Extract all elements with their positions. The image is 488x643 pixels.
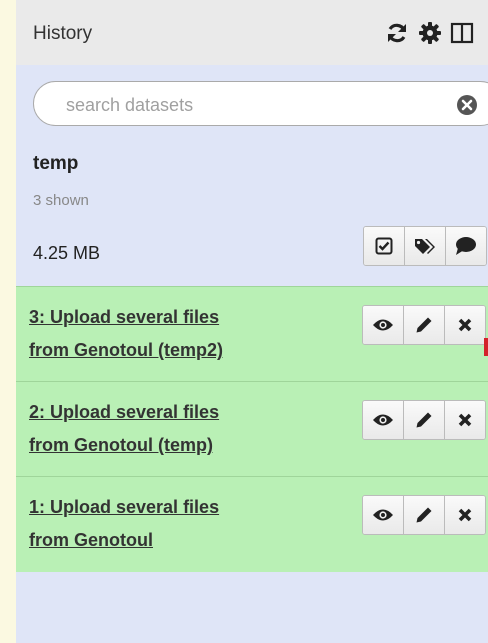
eye-icon <box>373 414 393 426</box>
delete-icon <box>458 318 472 332</box>
edit-annotation-button[interactable] <box>446 227 486 265</box>
dataset-actions <box>362 305 486 345</box>
pencil-icon <box>416 317 432 333</box>
edit-button[interactable] <box>404 306 445 344</box>
dataset-item: 3: Upload several files from Genotoul (t… <box>16 286 488 382</box>
refresh-icon[interactable] <box>385 21 409 45</box>
dataset-item: 2: Upload several files from Genotoul (t… <box>16 381 488 477</box>
display-button[interactable] <box>363 306 404 344</box>
delete-icon <box>458 413 472 427</box>
history-name[interactable]: temp <box>33 153 78 175</box>
edit-tags-button[interactable] <box>405 227 446 265</box>
eye-icon <box>373 509 393 521</box>
delete-button[interactable] <box>445 401 485 439</box>
history-size: 4.25 MB <box>33 243 101 263</box>
edit-button[interactable] <box>404 401 445 439</box>
display-button[interactable] <box>363 496 404 534</box>
pencil-icon <box>416 507 432 523</box>
search-box <box>33 81 488 126</box>
dataset-title[interactable]: 3: Upload several files from Genotoul (t… <box>29 301 329 367</box>
select-datasets-button[interactable] <box>364 227 405 265</box>
eye-icon <box>373 319 393 331</box>
gear-icon[interactable] <box>418 21 442 45</box>
clear-search-icon[interactable] <box>456 94 478 116</box>
pencil-icon <box>416 412 432 428</box>
select-icon <box>375 237 393 255</box>
dataset-item: 1: Upload several files from Genotoul <box>16 476 488 572</box>
columns-icon[interactable] <box>450 21 474 45</box>
history-header: History <box>16 0 488 65</box>
dataset-actions <box>362 495 486 535</box>
annotation-icon <box>456 237 476 255</box>
history-actions <box>363 226 487 266</box>
panel-title: History <box>33 23 93 44</box>
delete-icon <box>458 508 472 522</box>
display-button[interactable] <box>363 401 404 439</box>
delete-button[interactable] <box>445 496 485 534</box>
tags-icon <box>415 239 435 254</box>
edit-button[interactable] <box>404 496 445 534</box>
history-panel: History te <box>16 0 488 643</box>
dataset-actions <box>362 400 486 440</box>
dataset-title[interactable]: 2: Upload several files from Genotoul (t… <box>29 396 329 462</box>
cursor-marker <box>484 338 488 356</box>
search-input[interactable] <box>64 92 428 118</box>
dataset-title[interactable]: 1: Upload several files from Genotoul <box>29 491 329 557</box>
shown-count: 3 shown <box>33 192 89 209</box>
delete-button[interactable] <box>445 306 485 344</box>
